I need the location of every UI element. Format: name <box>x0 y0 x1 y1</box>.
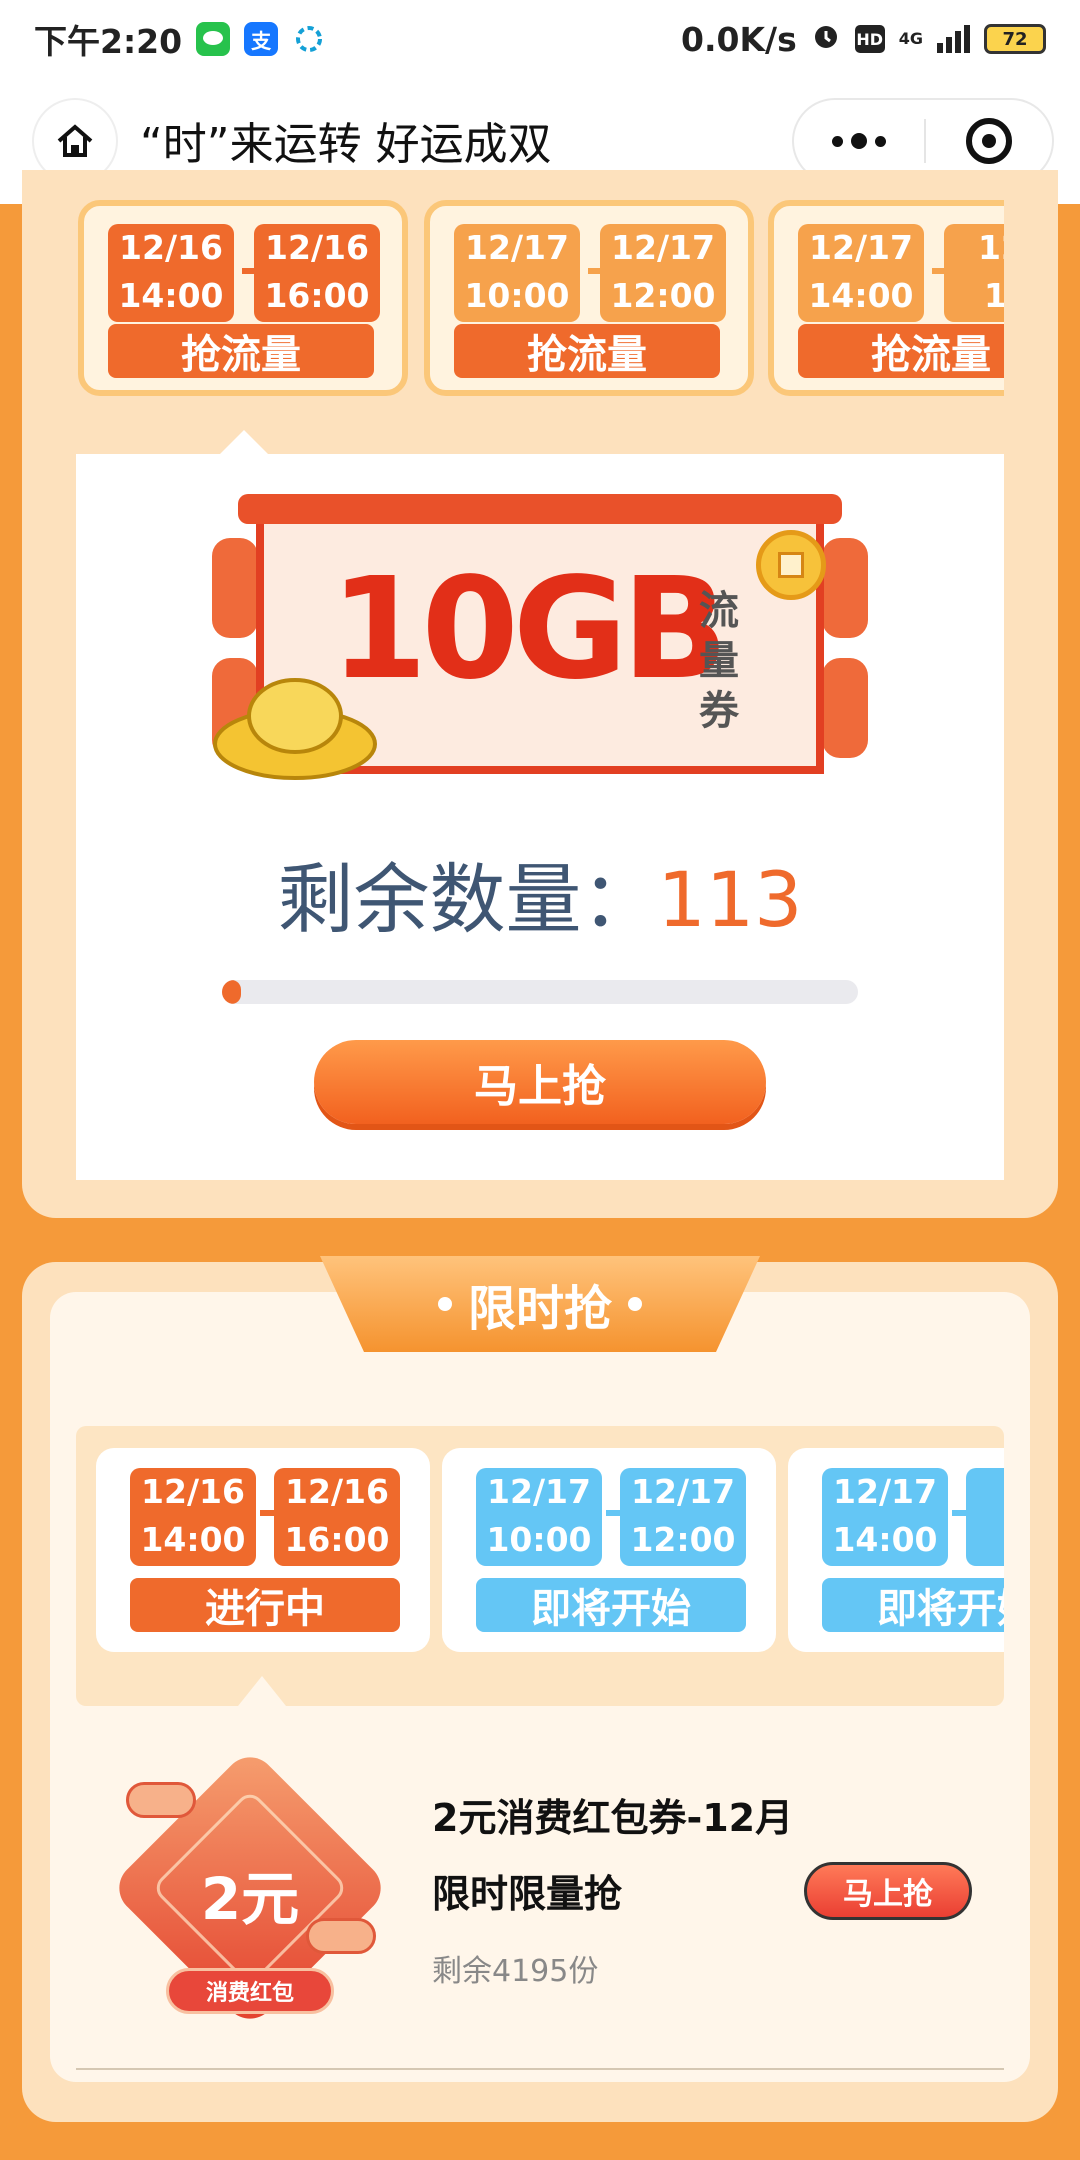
flow-slot-3[interactable]: 12/1714:00 12/16 抢流量 <box>768 200 1004 396</box>
slot-grab-button[interactable]: 抢流量 <box>108 324 374 378</box>
cloud-icon <box>126 1782 196 1818</box>
close-button[interactable] <box>926 118 1052 164</box>
status-bar: 下午2:20 支 0.0K/s HD 4G 72 <box>0 0 1080 78</box>
slot-end: 12/16 16:00 <box>274 1468 400 1566</box>
flash-sale-title: 限时抢 <box>467 1281 612 1337</box>
divider <box>76 2068 1004 2070</box>
slot-pointer <box>238 1676 286 1706</box>
status-time: 下午2:20 <box>34 22 183 61</box>
slot-end: 12/17 12:00 <box>600 224 726 322</box>
battery-level: 72 <box>1002 28 1028 50</box>
coupon-grab-button[interactable]: 马上抢 <box>804 1862 972 1920</box>
flow-slot-1[interactable]: 12/16 14:00 12/16 16:00 抢流量 <box>78 200 408 396</box>
progress-fill <box>222 980 242 1004</box>
lantern-right <box>822 538 868 638</box>
slot-grab-button[interactable]: 抢流量 <box>798 324 1004 378</box>
prize-type: 流量券 <box>699 588 739 734</box>
hd-icon: HD <box>854 25 885 53</box>
page-title: “时”来运转 好运成双 <box>140 119 552 170</box>
coupon-image: 2元 消费红包 <box>108 1746 392 2032</box>
flash-slot-2[interactable]: 12/17 10:00 12/17 12:00 即将开始 <box>442 1448 776 1652</box>
more-button[interactable] <box>794 133 924 149</box>
flow-slot-3-clip: 12/1714:00 12/16 抢流量 <box>768 200 1004 400</box>
coupon-remaining: 剩余4195份 <box>432 1954 599 1989</box>
slot-start: 12/16 14:00 <box>130 1468 256 1566</box>
coupon-image-tag: 消费红包 <box>166 1968 334 2014</box>
flow-slot-2[interactable]: 12/17 10:00 12/17 12:00 抢流量 <box>424 200 754 396</box>
china-mobile-icon <box>292 22 327 56</box>
grab-now-button[interactable]: 马上抢 <box>314 1040 766 1124</box>
alarm-icon <box>811 20 841 59</box>
remaining-progress-bar <box>222 980 858 1004</box>
slot-status: 进行中 <box>130 1578 400 1632</box>
slot-pointer <box>220 430 268 454</box>
slot-start: 12/17 14:00 <box>798 224 924 322</box>
flash-sale-header: 限时抢 <box>320 1256 760 1352</box>
slot-end: 11 <box>966 1468 1004 1566</box>
coupon-title: 2元消费红包券-12月限时限量抢 <box>432 1796 794 1916</box>
close-icon <box>966 118 1012 164</box>
slot-status: 即将开始 <box>476 1578 746 1632</box>
prize-amount: 10GB <box>330 548 728 711</box>
remaining-count: 剩余数量：113 <box>277 855 803 944</box>
alipay-icon: 支 <box>244 22 279 56</box>
slot-end: 12/16 <box>944 224 1004 322</box>
flash-slot-3[interactable]: 12/1714:00 11 即将开始 <box>788 1448 1004 1652</box>
signal-icon <box>937 25 970 53</box>
slot-start: 12/17 10:00 <box>454 224 580 322</box>
battery-icon: 72 <box>984 24 1046 54</box>
prize-banner: 10GB 流量券 <box>210 488 870 788</box>
slot-start: 12/17 10:00 <box>476 1468 602 1566</box>
slot-status: 即将开始 <box>822 1578 1004 1632</box>
flash-slot-1[interactable]: 12/16 14:00 12/16 16:00 进行中 <box>96 1448 430 1652</box>
flash-slot-strip: 12/16 14:00 12/16 16:00 进行中 12/17 10:00 12/… <box>76 1426 1004 1706</box>
gold-ingot-icon <box>213 678 377 780</box>
slot-start: 12/17 14:00 <box>822 1468 948 1566</box>
network-type: 4G <box>898 29 923 48</box>
message-app-icon <box>196 22 231 56</box>
coupon-image-amount: 2元 <box>200 1865 300 1933</box>
lantern-left <box>212 538 258 638</box>
coin-icon <box>756 530 826 600</box>
network-speed: 0.0K/s <box>681 19 797 59</box>
slot-grab-button[interactable]: 抢流量 <box>454 324 720 378</box>
more-icon <box>832 135 843 147</box>
slot-end: 12/16 16:00 <box>254 224 380 322</box>
slot-start: 12/16 14:00 <box>108 224 234 322</box>
home-icon <box>57 124 93 157</box>
slot-end: 12/17 12:00 <box>620 1468 746 1566</box>
